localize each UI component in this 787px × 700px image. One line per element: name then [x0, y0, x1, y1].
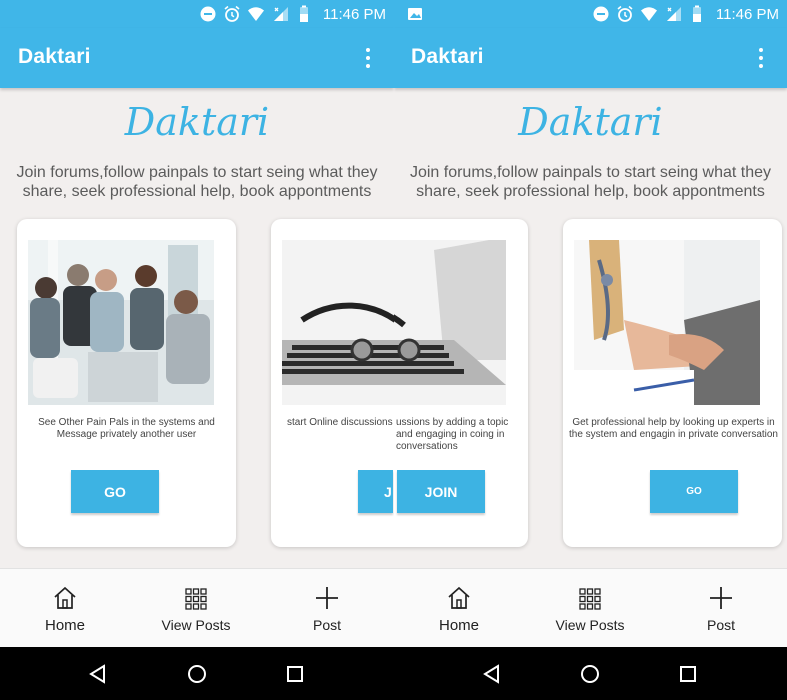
recents-icon[interactable]: [285, 664, 305, 684]
nav-view-posts-label: View Posts: [555, 617, 625, 633]
doctor-patient-image: [574, 240, 760, 405]
more-vert-icon[interactable]: [356, 46, 380, 70]
go-button[interactable]: GO: [650, 470, 738, 513]
app-bar: Daktari: [394, 28, 787, 88]
card-painpals: See Other Pain Pals in the systems and M…: [17, 219, 236, 547]
back-icon[interactable]: [482, 664, 502, 684]
card-description: See Other Pain Pals in the systems and M…: [38, 417, 215, 440]
signal-icon: [273, 7, 288, 21]
system-navigation-bar: [0, 647, 394, 700]
do-not-disturb-icon: [593, 6, 609, 22]
card-description: Get professional help by looking up expe…: [568, 417, 778, 440]
home-icon: [54, 586, 76, 609]
status-bar: 11:46 PM: [394, 0, 787, 28]
home-circle-icon[interactable]: [187, 664, 207, 684]
nav-post[interactable]: Post: [282, 585, 372, 633]
nav-view-posts[interactable]: View Posts: [151, 585, 241, 633]
plus-icon: [316, 587, 338, 609]
grid-icon: [579, 588, 601, 610]
bottom-navigation: Home View Posts Post: [394, 568, 787, 647]
grid-icon: [185, 588, 207, 610]
laptop-stethoscope-image: [394, 240, 506, 405]
nav-view-posts[interactable]: View Posts: [545, 585, 635, 633]
app-title: Daktari: [411, 45, 484, 68]
status-time: 11:46 PM: [715, 5, 779, 23]
nav-home[interactable]: Home: [20, 585, 110, 634]
image-icon: [408, 8, 422, 20]
system-navigation-bar: [394, 647, 787, 700]
right-screen: 11:46 PM Daktari Daktari Join forums,fol…: [394, 0, 787, 700]
hero-title: Daktari: [518, 100, 663, 144]
go-button[interactable]: GO: [71, 470, 159, 513]
alarm-icon: [617, 5, 633, 22]
hero-title: Daktari: [124, 100, 270, 144]
nav-view-posts-label: View Posts: [161, 617, 231, 633]
hero-subtitle: Join forums,follow painpals to start sei…: [16, 164, 378, 200]
app-title: Daktari: [18, 45, 91, 68]
nav-home-label: Home: [438, 617, 479, 634]
join-button[interactable]: JOIN: [397, 470, 485, 513]
nav-post-label: Post: [706, 617, 735, 633]
wifi-icon: [247, 7, 264, 21]
do-not-disturb-icon: [200, 6, 216, 22]
card-discussions: ussions by adding a topic and engaging i…: [394, 219, 528, 547]
home-icon: [448, 586, 470, 609]
card-description: start Online discussions: [287, 417, 393, 428]
signal-icon: [666, 7, 681, 21]
app-bar: Daktari: [0, 28, 394, 88]
plus-icon: [710, 587, 732, 609]
bottom-navigation: Home View Posts Post: [0, 568, 394, 647]
home-circle-icon[interactable]: [580, 664, 600, 684]
laptop-stethoscope-image: [282, 240, 394, 405]
wifi-icon: [640, 7, 657, 21]
back-icon[interactable]: [88, 664, 108, 684]
left-screen: 11:46 PM Daktari Daktari Join forums,fol…: [0, 0, 394, 700]
status-time: 11:46 PM: [322, 5, 386, 23]
battery-icon: [692, 5, 701, 22]
nav-post[interactable]: Post: [676, 585, 766, 633]
status-bar: 11:46 PM: [0, 0, 394, 28]
alarm-icon: [224, 5, 240, 22]
nav-home[interactable]: Home: [414, 585, 504, 634]
nav-home-label: Home: [44, 617, 85, 634]
hero-subtitle: Join forums,follow painpals to start sei…: [409, 164, 772, 200]
card-description: ussions by adding a topic and engaging i…: [396, 417, 509, 452]
more-vert-icon[interactable]: [749, 46, 773, 70]
card-discussions: start Online discussions J: [271, 219, 394, 547]
battery-icon: [299, 5, 308, 22]
nav-post-label: Post: [312, 617, 341, 633]
recents-icon[interactable]: [678, 664, 698, 684]
card-professional-help: Get professional help by looking up expe…: [563, 219, 782, 547]
join-button[interactable]: J: [358, 470, 393, 513]
group-support-image: [28, 240, 214, 405]
